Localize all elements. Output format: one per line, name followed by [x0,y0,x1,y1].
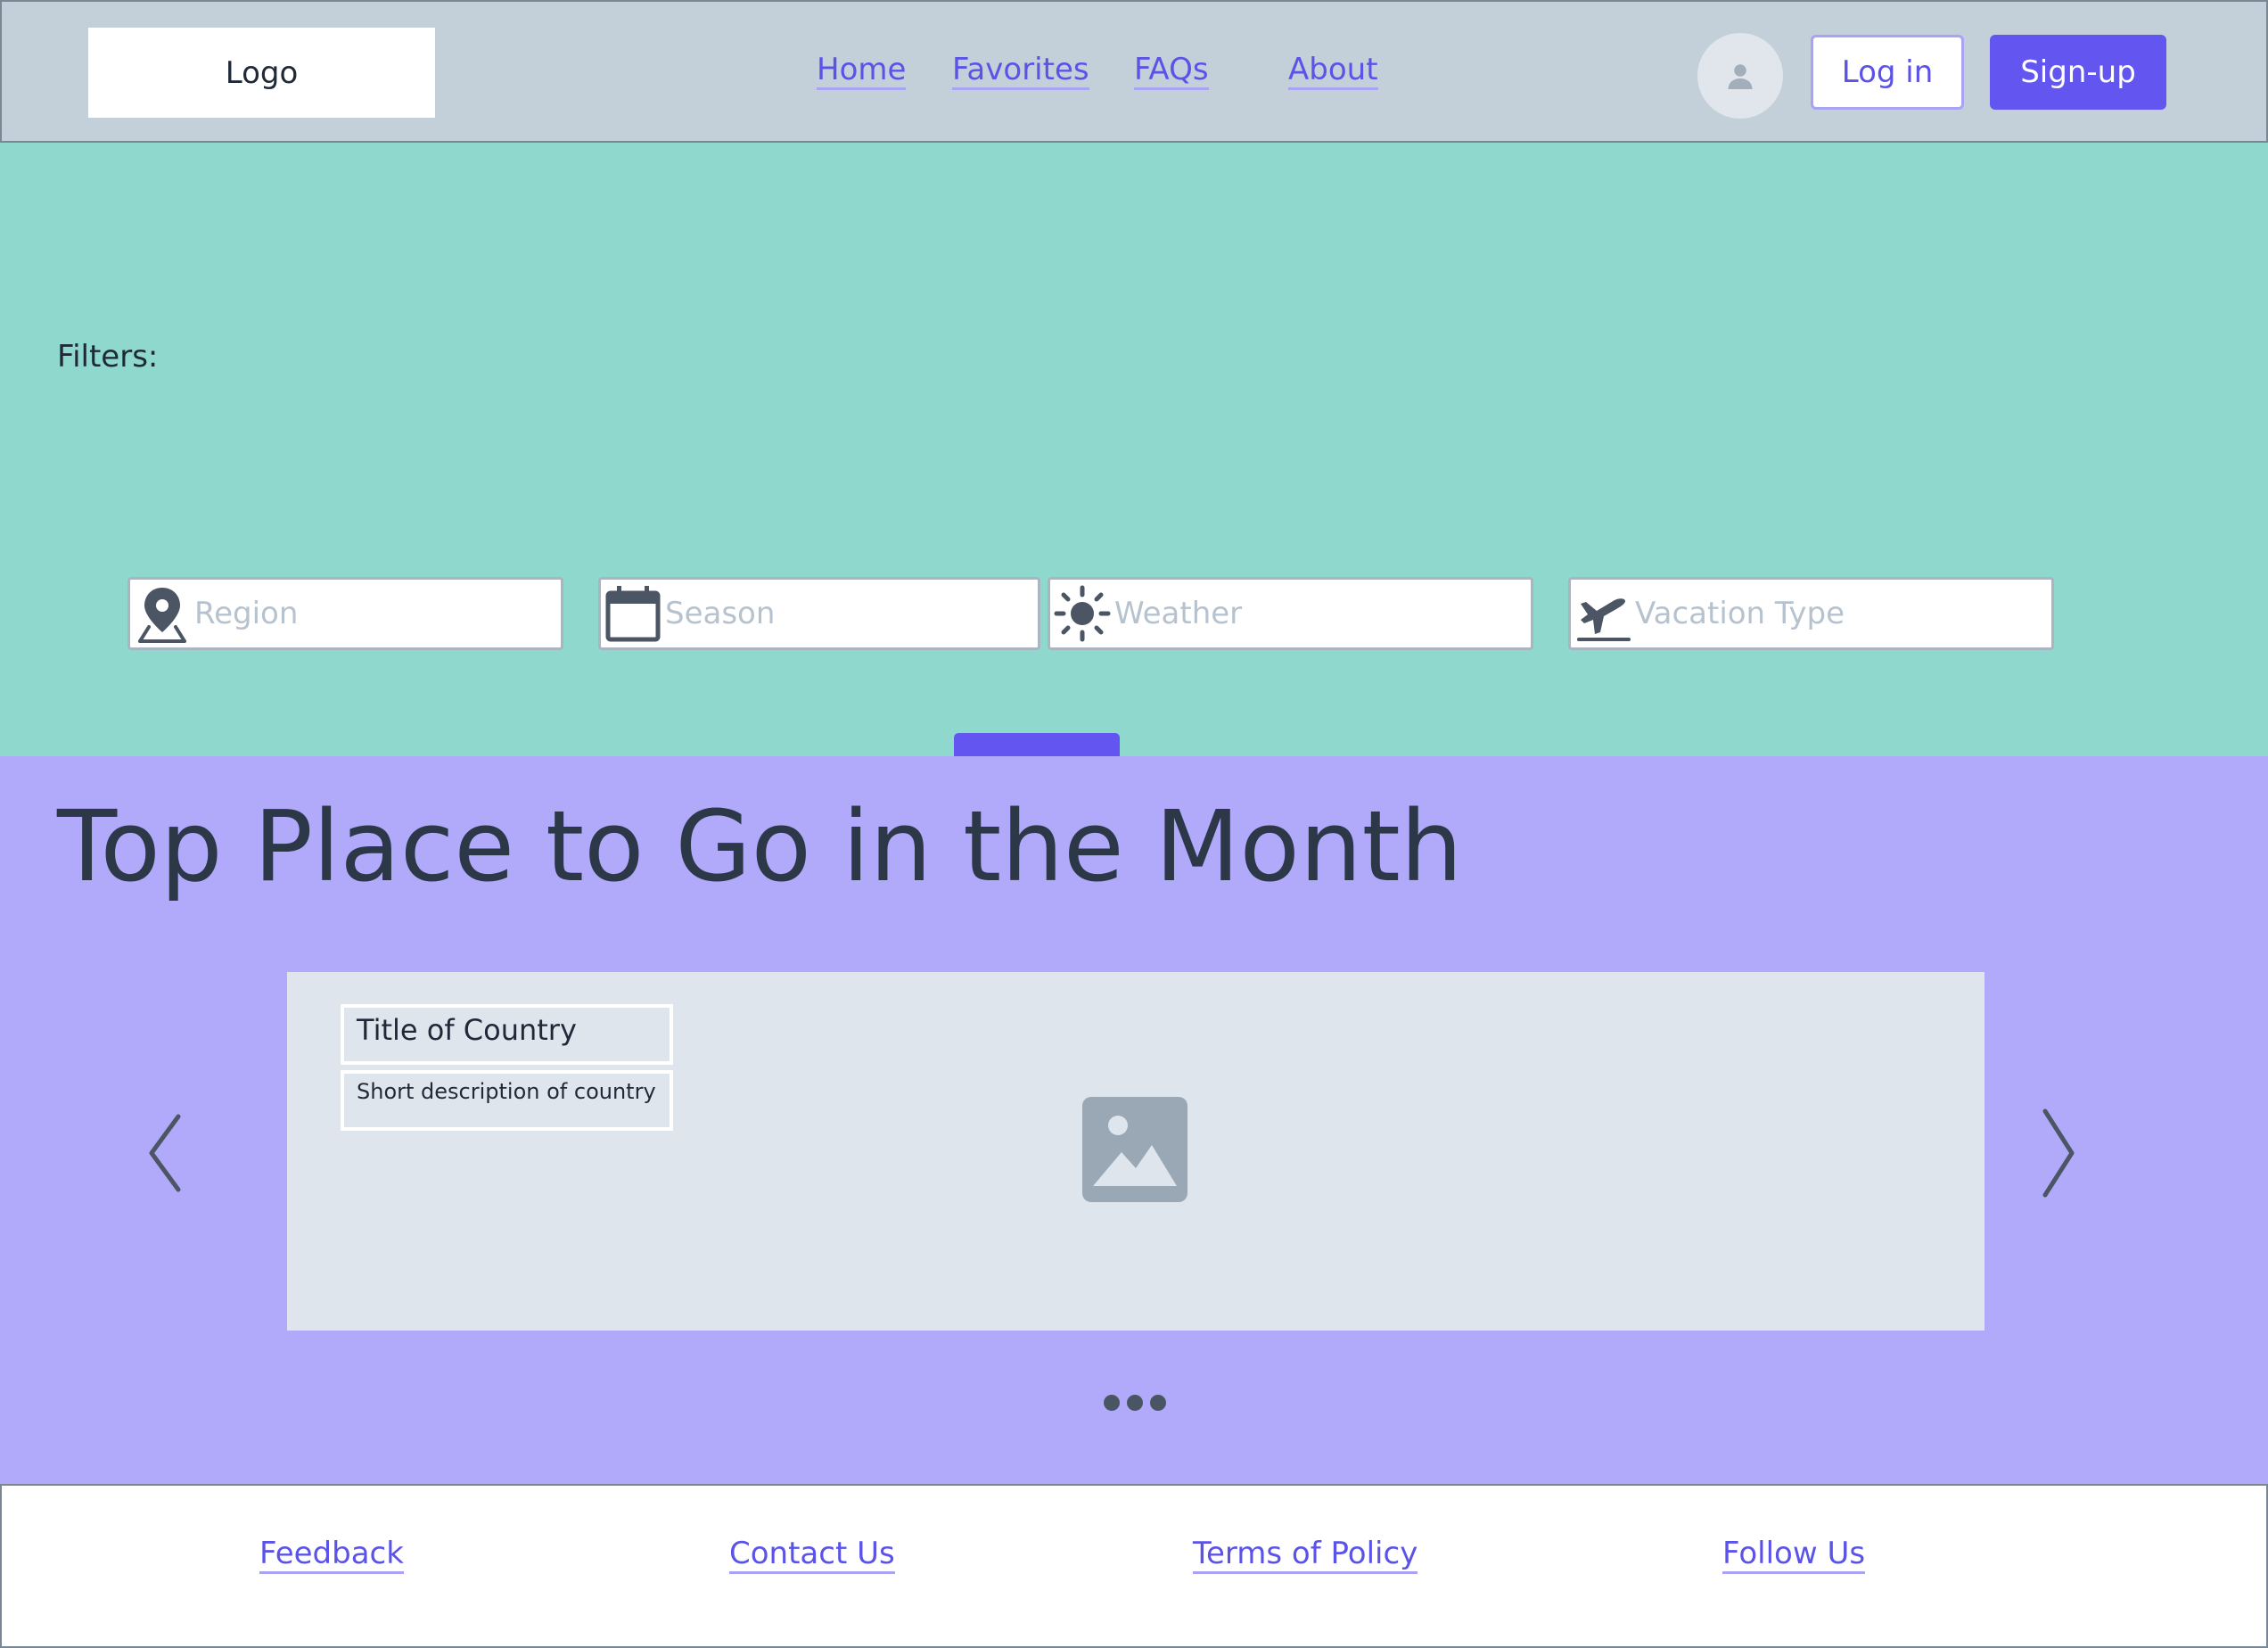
carousel-dot[interactable] [1127,1395,1143,1411]
header: Logo Home Favorites FAQs About Log in Si… [0,0,2268,143]
season-placeholder: Season [665,596,776,631]
calendar-icon [601,580,665,647]
season-field[interactable]: Season [598,577,1040,650]
weather-field[interactable]: Weather [1048,577,1533,650]
card-description: Short description of country [341,1070,673,1131]
vacation-type-placeholder: Vacation Type [1635,596,1845,631]
logo[interactable]: Logo [88,28,435,118]
footer-link-feedback[interactable]: Feedback [259,1536,404,1574]
footer-link-contact-us[interactable]: Contact Us [729,1536,895,1574]
nav-link-faqs[interactable]: FAQs [1134,52,1209,90]
section-title: Top Place to Go in the Month [57,789,1463,903]
vacation-type-field[interactable]: Vacation Type [1568,577,2054,650]
nav-link-home[interactable]: Home [817,52,907,90]
chevron-left-icon[interactable] [146,1113,185,1193]
footer: Feedback Contact Us Terms of Policy Foll… [0,1484,2268,1648]
region-placeholder: Region [194,596,299,631]
nav-link-favorites[interactable]: Favorites [952,52,1089,90]
sun-icon [1050,580,1114,647]
top-place-section: Top Place to Go in the Month Title of Co… [0,756,2268,1484]
region-field[interactable]: Region [127,577,563,650]
map-pin-icon [130,580,194,647]
carousel-dot[interactable] [1104,1395,1120,1411]
login-button[interactable]: Log in [1811,35,1964,110]
carousel-card[interactable]: Title of Country Short description of co… [287,972,1984,1331]
card-title: Title of Country [341,1004,673,1065]
footer-link-terms-of-policy[interactable]: Terms of Policy [1193,1536,1418,1574]
user-icon [1728,64,1753,89]
filters-section: Filters: Region Season Weather Vacation … [0,143,2268,808]
chevron-right-icon[interactable] [2038,1108,2077,1199]
nav-link-about[interactable]: About [1288,52,1378,90]
signup-button[interactable]: Sign-up [1990,35,2166,110]
carousel-dots[interactable] [1104,1395,1166,1411]
image-placeholder-icon [1082,1097,1187,1202]
carousel-dot[interactable] [1150,1395,1166,1411]
filters-label: Filters: [57,339,159,375]
footer-link-follow-us[interactable]: Follow Us [1722,1536,1866,1574]
avatar[interactable] [1697,33,1783,119]
airplane-icon [1571,580,1635,647]
weather-placeholder: Weather [1114,596,1243,631]
